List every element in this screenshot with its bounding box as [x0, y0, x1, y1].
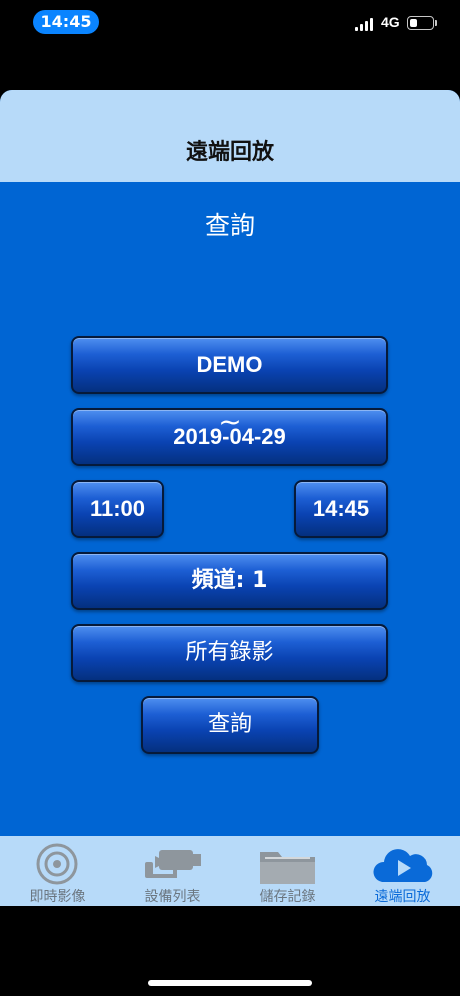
cloud-play-icon [373, 849, 433, 882]
tab-label: 設備列表 [144, 889, 201, 905]
nav-bar: 遠端回放 [0, 90, 460, 182]
status-time: 14:45 [33, 10, 99, 34]
signal-icon [355, 17, 375, 31]
search-button[interactable]: 查詢 [141, 696, 319, 754]
live-view-icon [36, 843, 78, 885]
tab-saved-records[interactable]: 儲存記錄 [230, 836, 345, 906]
page-title: 遠端回放 [185, 140, 274, 165]
battery-tip [435, 20, 437, 26]
app-sheet: 遠端回放 查詢 DEMO 2019-04-29 11:00 ~ 14:45 頻道… [0, 90, 460, 906]
query-panel: 查詢 DEMO 2019-04-29 11:00 ~ 14:45 頻道: 1 所… [0, 182, 460, 836]
tab-live-view[interactable]: 即時影像 [0, 836, 115, 906]
tab-label: 遠端回放 [374, 889, 431, 905]
start-time-button[interactable]: 11:00 [71, 480, 164, 538]
tab-label: 儲存記錄 [259, 889, 316, 905]
device-select-button[interactable]: DEMO [71, 336, 388, 394]
tab-bar: 即時影像 設備列表 儲存記錄 遠端回放 [0, 836, 460, 906]
end-time-button[interactable]: 14:45 [294, 480, 388, 538]
camera-icon [145, 850, 201, 878]
status-bar: 14:45 4G [0, 0, 460, 46]
query-section-title: 查詢 [204, 211, 255, 240]
time-range-separator: ~ [218, 405, 242, 438]
tab-device-list[interactable]: 設備列表 [115, 836, 230, 906]
battery-icon [407, 16, 434, 30]
home-indicator [148, 980, 312, 986]
channel-select-button[interactable]: 頻道: 1 [71, 552, 388, 610]
network-label: 4G [381, 14, 400, 30]
folder-icon [260, 852, 315, 884]
tab-remote-playback[interactable]: 遠端回放 [345, 836, 460, 906]
record-type-button[interactable]: 所有錄影 [71, 624, 388, 682]
tab-label: 即時影像 [29, 889, 86, 905]
